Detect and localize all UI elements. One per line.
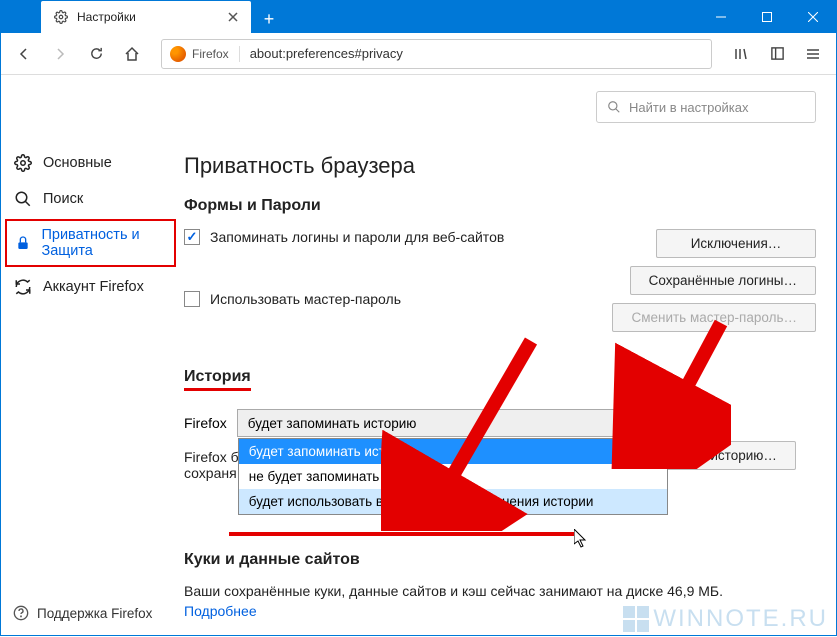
cookies-text: Ваши сохранённые куки, данные сайтов и к…: [184, 583, 816, 599]
sidebar-item-privacy[interactable]: Приватность и Защита: [5, 219, 176, 267]
sidebar-item-label: Основные: [43, 155, 112, 171]
gear-icon: [13, 153, 33, 173]
sidebar-item-account[interactable]: Аккаунт Firefox: [1, 269, 184, 305]
sidebar-item-label: Аккаунт Firefox: [43, 279, 144, 295]
sidebar-button[interactable]: [762, 39, 792, 69]
browser-tab[interactable]: Настройки: [41, 1, 251, 33]
forward-button[interactable]: [45, 39, 75, 69]
site-identity[interactable]: Firefox: [170, 46, 240, 62]
lock-icon: [15, 233, 31, 253]
cookies-heading: Куки и данные сайтов: [184, 551, 816, 569]
search-icon: [607, 100, 621, 114]
home-button[interactable]: [117, 39, 147, 69]
history-option-never[interactable]: не будет запоминать историю: [239, 464, 667, 489]
search-icon: [13, 189, 33, 209]
window-titlebar: Настройки +: [1, 1, 836, 33]
support-label: Поддержка Firefox: [37, 606, 152, 621]
history-desc-line1: Firefox б: [184, 449, 239, 465]
maximize-button[interactable]: [744, 1, 790, 33]
history-dropdown: будет запоминать историю не будет запоми…: [238, 438, 668, 515]
gear-icon: [53, 9, 69, 25]
history-desc-line2: сохраня: [184, 465, 237, 481]
chevron-down-icon: [650, 420, 658, 425]
new-tab-button[interactable]: +: [255, 5, 283, 33]
minimize-button[interactable]: [698, 1, 744, 33]
master-password-checkbox[interactable]: [184, 291, 200, 307]
sidebar-item-label: Приватность и Защита: [41, 227, 168, 259]
url-bar[interactable]: Firefox about:preferences#privacy: [161, 39, 712, 69]
windows-icon: [623, 606, 649, 632]
back-button[interactable]: [9, 39, 39, 69]
history-mode-select[interactable]: будет запоминать историю будет запоминат…: [237, 409, 667, 437]
sync-icon: [13, 277, 33, 297]
help-icon: [13, 605, 29, 621]
tab-title: Настройки: [77, 10, 225, 24]
remember-logins-checkbox[interactable]: [184, 229, 200, 245]
change-master-button[interactable]: Сменить мастер-пароль…: [612, 303, 816, 332]
identity-label: Firefox: [192, 47, 229, 61]
library-button[interactable]: [726, 39, 756, 69]
sidebar-item-general[interactable]: Основные: [1, 145, 184, 181]
browser-toolbar: Firefox about:preferences#privacy: [1, 33, 836, 75]
search-placeholder: Найти в настройках: [629, 100, 749, 115]
watermark-text: WINNOTE.RU: [653, 605, 828, 633]
sidebar-item-search[interactable]: Поиск: [1, 181, 184, 217]
remember-logins-label: Запоминать логины и пароли для веб-сайто…: [210, 229, 612, 245]
preferences-sidebar: Основные Поиск Приватность и Защита Акка…: [1, 75, 184, 637]
master-password-label: Использовать мастер-пароль: [210, 291, 612, 307]
menu-button[interactable]: [798, 39, 828, 69]
reload-button[interactable]: [81, 39, 111, 69]
sidebar-item-label: Поиск: [43, 191, 83, 207]
firefox-icon: [170, 46, 186, 62]
preferences-search[interactable]: Найти в настройках: [596, 91, 816, 123]
exceptions-button[interactable]: Исключения…: [656, 229, 816, 258]
watermark: WINNOTE.RU: [623, 605, 828, 633]
preferences-main: Найти в настройках Приватность браузера …: [184, 75, 836, 637]
close-icon[interactable]: [225, 9, 241, 25]
history-heading: История: [184, 368, 251, 391]
saved-logins-button[interactable]: Сохранённые логины…: [630, 266, 816, 295]
history-option-remember[interactable]: будет запоминать историю: [239, 439, 667, 464]
history-option-custom[interactable]: будет использовать ваши настройки хранен…: [239, 489, 667, 514]
window-close-button[interactable]: [790, 1, 836, 33]
forms-heading: Формы и Пароли: [184, 197, 816, 215]
history-selected: будет запоминать историю: [248, 416, 417, 431]
history-prefix: Firefox: [184, 415, 227, 431]
cookies-more-link[interactable]: Подробнее: [184, 603, 257, 619]
page-title: Приватность браузера: [184, 153, 816, 179]
support-link[interactable]: Поддержка Firefox: [13, 605, 152, 621]
url-text: about:preferences#privacy: [250, 46, 403, 61]
cursor-icon: [574, 529, 588, 549]
